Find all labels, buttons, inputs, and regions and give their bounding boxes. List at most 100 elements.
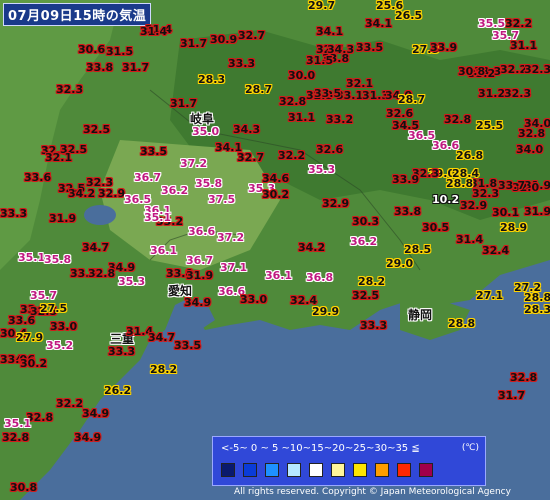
temperature-value: 35.1 xyxy=(144,211,172,224)
temperature-value: 33.6 xyxy=(24,171,52,184)
legend-swatch xyxy=(309,463,323,477)
temperature-value: 32.2 xyxy=(278,149,306,162)
temperature-value: 32.9 xyxy=(460,199,488,212)
temperature-value: 35.2 xyxy=(46,339,74,352)
temperature-value: 28.2 xyxy=(150,363,178,376)
temperature-value: 32.7 xyxy=(237,151,265,164)
map-title: 07月09日15時の気温 xyxy=(3,3,152,26)
temperature-value: 34.1 xyxy=(365,17,393,30)
temperature-value: 35.7 xyxy=(30,289,58,302)
temperature-value: 32.5 xyxy=(352,289,380,302)
temperature-value: 28.8 xyxy=(446,177,474,190)
temperature-value: 31.1 xyxy=(288,111,316,124)
temperature-value: 10.2 xyxy=(432,193,460,206)
temperature-value: 33.5 xyxy=(140,145,168,158)
legend-swatch xyxy=(221,463,235,477)
temperature-value: 36.1 xyxy=(265,269,293,282)
temperature-value: 31.9 xyxy=(524,205,550,218)
legend-swatch xyxy=(265,463,279,477)
temperature-value: 30.2 xyxy=(20,357,48,370)
temperature-value: 25.5 xyxy=(476,119,504,132)
temperature-value: 36.1 xyxy=(150,244,178,257)
temperature-value: 26.5 xyxy=(395,9,423,22)
temperature-value: 33.3 xyxy=(360,319,388,332)
temperature-value: 31.7 xyxy=(170,97,198,110)
temperature-value: 28.2 xyxy=(358,275,386,288)
temperature-value: 32.3 xyxy=(56,83,84,96)
temperature-value: 37.1 xyxy=(220,261,248,274)
temperature-value: 31.2 xyxy=(478,87,506,100)
temperature-value: 36.2 xyxy=(161,184,189,197)
copyright-notice: All rights reserved. Copyright © Japan M… xyxy=(234,487,511,497)
temperature-value: 36.7 xyxy=(186,254,214,267)
temperature-value: 34.7 xyxy=(82,241,110,254)
temperature-value: 29.7 xyxy=(308,0,336,12)
legend-swatch xyxy=(287,463,301,477)
temperature-value: 35.3 xyxy=(308,163,336,176)
city-label-shizuoka: 静岡 xyxy=(408,308,433,322)
temperature-value: 33.8 xyxy=(394,205,422,218)
temperature-value: 32.4 xyxy=(482,244,510,257)
legend-swatch xyxy=(353,463,367,477)
temperature-value: 30.6 xyxy=(78,43,106,56)
temperature-value: 26.2 xyxy=(104,384,132,397)
temperature-map: 07月09日15時の気温 岐阜 愛知 三重 静岡 29.7 25.6 26.5 34.… xyxy=(0,0,550,500)
temperature-value: 28.8 xyxy=(448,317,476,330)
temperature-value: 34.0 xyxy=(524,117,550,130)
temperature-value: 33.3 xyxy=(108,345,136,358)
temperature-value: 30.1 xyxy=(492,206,520,219)
legend-unit: (℃) xyxy=(461,443,479,453)
temperature-value: 28.9 xyxy=(500,221,528,234)
temperature-value: 34.2 xyxy=(298,241,326,254)
temperature-value: 36.8 xyxy=(306,271,334,284)
temperature-value: 33.5 xyxy=(314,87,342,100)
temperature-value: 30.3 xyxy=(352,215,380,228)
temperature-value: 32.1 xyxy=(45,151,73,164)
temperature-value: 30.0 xyxy=(288,69,316,82)
temperature-value: 34.2 xyxy=(68,187,96,200)
temperature-value: 28.3 xyxy=(524,303,550,316)
temperature-value: 31.4 xyxy=(140,25,168,38)
temperature-value: 30.2 xyxy=(262,188,290,201)
temperature-value: 28.7 xyxy=(398,93,426,106)
temperature-value: 32.9 xyxy=(98,187,126,200)
temperature-value: 32.5 xyxy=(83,123,111,136)
temperature-value: 32.8 xyxy=(2,431,30,444)
temperature-value: 31.5 xyxy=(306,54,334,67)
temperature-value: 31.9 xyxy=(49,212,77,225)
temperature-value: 33.0 xyxy=(240,293,268,306)
temperature-value: 32.8 xyxy=(444,113,472,126)
temperature-value: 27.9 xyxy=(16,331,44,344)
temperature-value: 33.0 xyxy=(50,320,78,333)
temperature-value: 28.7 xyxy=(245,83,273,96)
temperature-value: 30.9 xyxy=(210,33,238,46)
temperature-value: 32.9 xyxy=(322,197,350,210)
temperature-value: 37.2 xyxy=(217,231,245,244)
temperature-value: 31.5 xyxy=(106,45,134,58)
temperature-value: 32.8 xyxy=(510,371,538,384)
temperature-value: 34.9 xyxy=(74,431,102,444)
temperature-value: 33.9 xyxy=(430,41,458,54)
temperature-value: 30.5 xyxy=(422,221,450,234)
temperature-value: 31.7 xyxy=(180,37,208,50)
temperature-value: 36.6 xyxy=(188,225,216,238)
temperature-value: 33.5 xyxy=(356,41,384,54)
temperature-value: 35.1 xyxy=(4,417,32,430)
temperature-value: 31.1 xyxy=(510,39,538,52)
temperature-value: 32.2 xyxy=(56,397,84,410)
temperature-value: 31.4 xyxy=(456,233,484,246)
temperature-value: 33.2 xyxy=(326,113,354,126)
temperature-value: 33.5 xyxy=(174,339,202,352)
temperature-value: 35.0 xyxy=(192,125,220,138)
temperature-value: 34.7 xyxy=(148,331,176,344)
legend-swatch xyxy=(397,463,411,477)
temperature-value: 31.7 xyxy=(498,389,526,402)
temperature-value: 32.6 xyxy=(316,143,344,156)
temperature-value: 27.5 xyxy=(40,302,68,315)
temperature-value: 33.7 xyxy=(498,179,526,192)
temperature-value: 34.9 xyxy=(82,407,110,420)
temperature-value: 33.3 xyxy=(228,57,256,70)
temperature-value: 36.2 xyxy=(350,235,378,248)
temperature-value: 34.1 xyxy=(316,25,344,38)
temperature-value: 32.3 xyxy=(504,87,532,100)
